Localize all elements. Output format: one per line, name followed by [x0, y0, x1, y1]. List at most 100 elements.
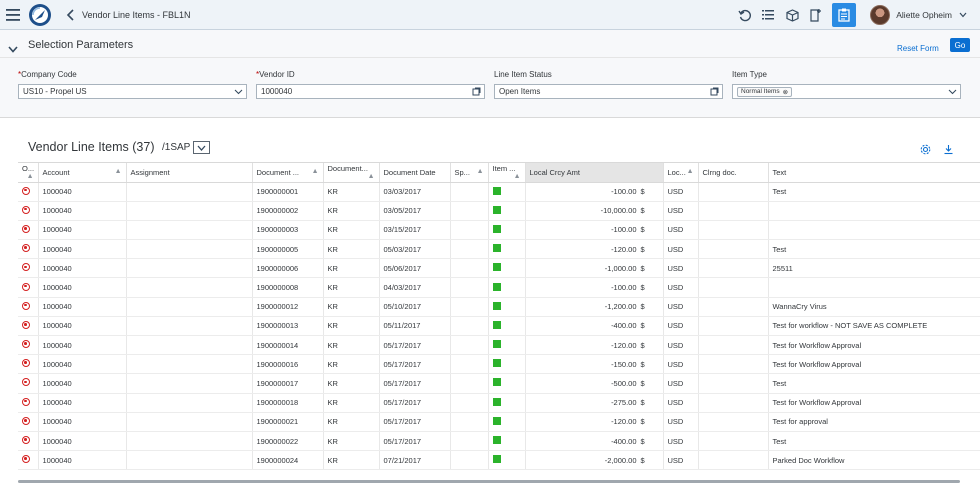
item-status-cell: [488, 277, 526, 298]
table-row[interactable]: 1000040 1900000014 KR 05/17/2017 -120.00 $ USD…: [18, 335, 980, 356]
document-number: 1900000008: [256, 283, 299, 293]
column-header[interactable]: Sp... ▲: [450, 163, 489, 183]
add-document-icon[interactable]: [804, 0, 828, 30]
table-row[interactable]: 1000040 1900000006 KR 05/06/2017 -1,000.00 $ U…: [18, 258, 980, 279]
currency-cell: USD: [663, 393, 699, 413]
table-row[interactable]: 1000040 1900000024 KR 07/21/2017 -2,000.00 $ U…: [18, 450, 980, 471]
table-row[interactable]: 1000040 1900000003 KR 03/15/2017 -100.00 $ USD: [18, 220, 980, 241]
variant-select-button[interactable]: [193, 141, 210, 154]
status-field[interactable]: Open Items: [494, 84, 723, 99]
remove-token-icon[interactable]: ⊗: [783, 88, 788, 96]
company-code-select[interactable]: US10 - Propel US: [18, 84, 247, 99]
open-status-icon: [22, 359, 30, 368]
currency-symbol: $: [640, 417, 645, 427]
amount-value: -1,200.00: [604, 302, 637, 312]
special-gl-cell: [450, 412, 489, 432]
special-gl-cell: [450, 431, 489, 452]
back-icon[interactable]: [60, 0, 80, 30]
avatar[interactable]: [870, 5, 891, 25]
currency-code: USD: [667, 225, 684, 235]
export-download-icon[interactable]: [943, 142, 954, 160]
column-header[interactable]: Document ... ▲: [252, 163, 324, 183]
clipboard-icon[interactable]: [832, 3, 857, 27]
item-status-cell: [488, 373, 526, 394]
menu-icon[interactable]: [0, 0, 26, 30]
column-header[interactable]: Clrng doc.: [698, 163, 769, 183]
item-type-label: Item Type: [732, 70, 767, 79]
amount-value: -1,000.00: [604, 263, 637, 273]
sort-icon[interactable]: ▲: [477, 168, 484, 175]
item-type-select[interactable]: Normal Items ⊗: [732, 84, 961, 99]
table-row[interactable]: 1000040 1900000016 KR 05/17/2017 -150.00 $ USD…: [18, 354, 980, 375]
currency-cell: USD: [663, 373, 699, 394]
reset-form-link[interactable]: Reset Form: [897, 44, 939, 53]
undo-icon[interactable]: [732, 0, 756, 30]
column-header[interactable]: Loc... ▲: [663, 163, 699, 183]
column-header[interactable]: Account ▲: [38, 163, 127, 183]
column-header[interactable]: Item ... ▲: [488, 163, 526, 183]
text-value: Test: [772, 244, 787, 254]
item-status-icon: [492, 436, 501, 445]
sort-icon[interactable]: ▲: [312, 168, 319, 175]
horizontal-scrollbar[interactable]: [18, 480, 960, 483]
amount-value: -120.00: [611, 417, 637, 427]
cube-icon[interactable]: [780, 0, 804, 30]
table-row[interactable]: 1000040 1900000012 KR 05/10/2017 -1,200.00 $ U…: [18, 297, 980, 317]
special-gl-cell: [450, 201, 489, 221]
currency-symbol: $: [640, 206, 645, 216]
table-body: 1000040 1900000001 KR 03/03/2017 -100.00 $ USD…: [18, 182, 980, 471]
column-header[interactable]: Local Crcy Amt: [525, 163, 664, 183]
amount-value: -100.00: [611, 187, 637, 197]
amount-value: -100.00: [611, 283, 637, 293]
list-icon[interactable]: [756, 0, 780, 30]
vendor-id-field[interactable]: 1000040: [256, 84, 485, 99]
clearing-doc-cell: [698, 431, 769, 452]
column-header[interactable]: Text: [768, 163, 980, 183]
table-row[interactable]: 1000040 1900000001 KR 03/03/2017 -100.00 $ USD…: [18, 182, 980, 202]
sort-icon[interactable]: ▲: [27, 173, 34, 180]
document-type-cell: KR: [323, 431, 380, 452]
clearing-doc-cell: [698, 239, 769, 260]
collapse-chevron-icon[interactable]: [8, 40, 18, 58]
table-row[interactable]: 1000040 1900000008 KR 04/03/2017 -100.00 $ USD: [18, 277, 980, 298]
go-button[interactable]: Go: [950, 38, 970, 52]
table-row[interactable]: 1000040 1900000005 KR 05/03/2017 -120.00 $ USD…: [18, 239, 980, 260]
column-header[interactable]: Document... ▲: [323, 163, 380, 183]
item-type-token[interactable]: Normal Items ⊗: [737, 86, 793, 97]
column-header-label: Account: [42, 167, 70, 177]
account-cell: 1000040: [38, 393, 127, 413]
open-status-icon: [22, 301, 30, 310]
text-value: WannaCry Virus: [772, 302, 827, 312]
amount-value: -275.00: [611, 398, 637, 408]
value-help-icon[interactable]: [472, 87, 481, 98]
sort-icon[interactable]: ▲: [368, 173, 375, 180]
user-name[interactable]: Aliette Opheim: [896, 10, 952, 20]
column-header[interactable]: Assignment: [126, 163, 253, 183]
sort-icon[interactable]: ▲: [687, 168, 694, 175]
value-help-icon[interactable]: [710, 87, 719, 98]
table-row[interactable]: 1000040 1900000022 KR 05/17/2017 -400.00 $ USD…: [18, 431, 980, 452]
table-row[interactable]: 1000040 1900000017 KR 05/17/2017 -500.00 $ USD…: [18, 373, 980, 394]
table-row[interactable]: 1000040 1900000013 KR 05/11/2017 -400.00 $ USD…: [18, 316, 980, 337]
document-number: 1900000021: [256, 417, 299, 427]
shell-bar: Vendor Line Items - FBL1N Aliette Opheim: [0, 0, 980, 30]
table-row[interactable]: 1000040 1900000002 KR 03/05/2017 -10,000.00 $…: [18, 201, 980, 221]
sort-icon[interactable]: ▲: [115, 168, 122, 175]
document-date: 05/17/2017: [383, 359, 422, 369]
column-header[interactable]: Document Date: [379, 163, 451, 183]
line-items-table[interactable]: O... ▲ Account ▲ Assignment Document ... ▲ Docu…: [18, 162, 980, 480]
item-status-cell: [488, 239, 526, 260]
document-cell: 1900000006: [252, 258, 324, 279]
table-row[interactable]: 1000040 1900000021 KR 05/17/2017 -120.00 $ USD…: [18, 412, 980, 432]
document-date: 05/17/2017: [383, 436, 422, 446]
app-logo-icon[interactable]: [28, 3, 52, 27]
document-date: 07/21/2017: [383, 455, 422, 465]
column-header-label: Local Crcy Amt: [529, 167, 580, 177]
settings-gear-icon[interactable]: [920, 142, 931, 160]
column-header[interactable]: O... ▲: [18, 163, 39, 183]
chevron-down-icon[interactable]: [956, 12, 970, 18]
sort-icon[interactable]: ▲: [514, 173, 521, 180]
table-row[interactable]: 1000040 1900000018 KR 05/17/2017 -275.00 $ USD…: [18, 393, 980, 413]
document-date: 04/03/2017: [383, 283, 422, 293]
amount-cell: -10,000.00 $: [525, 201, 664, 221]
